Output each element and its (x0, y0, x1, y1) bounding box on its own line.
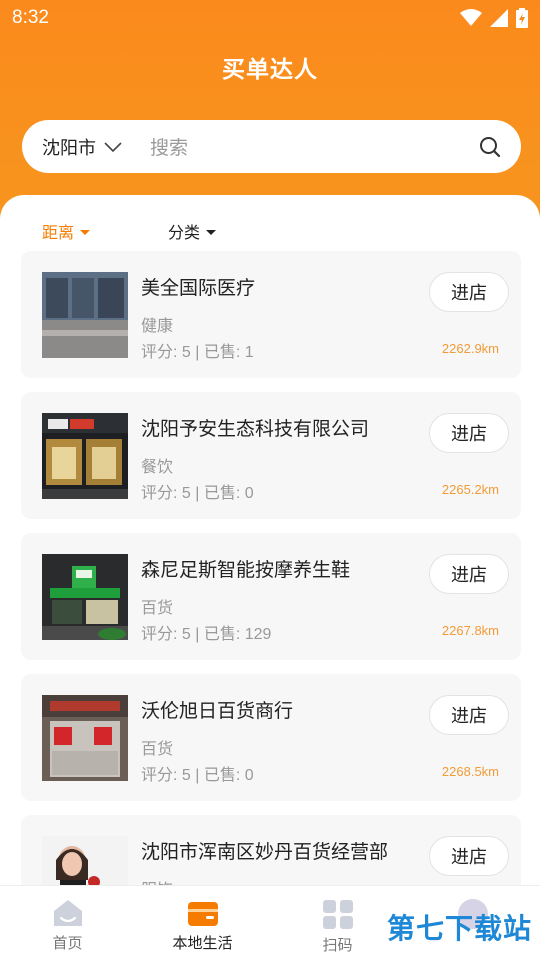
status-bar: 8:32 (0, 0, 540, 36)
tab-scan-label: 扫码 (322, 937, 353, 954)
store-name: 森尼足斯智能按摩养生鞋 (141, 560, 351, 581)
filter-category[interactable]: 分类 (168, 219, 217, 243)
store-card[interactable]: 森尼足斯智能按摩养生鞋 百货 评分: 5 | 已售: 129 进店 2267.8… (21, 533, 521, 660)
grid-icon (322, 900, 353, 929)
store-name: 沃伦旭日百货商行 (141, 701, 294, 722)
store-meta: 评分: 5 | 已售: 1 (141, 344, 254, 361)
filter-category-label: 分类 (168, 225, 201, 242)
enter-store-button[interactable]: 进店 (429, 836, 509, 876)
store-thumbnail (42, 413, 128, 499)
store-meta: 评分: 5 | 已售: 0 (141, 767, 254, 784)
tab-local-life-label: 本地生活 (172, 935, 233, 952)
enter-store-button[interactable]: 进店 (429, 695, 509, 735)
store-thumbnail (42, 695, 128, 781)
store-meta: 评分: 5 | 已售: 129 (141, 626, 272, 643)
store-category: 百货 (141, 741, 174, 758)
store-distance: 2268.5km (441, 764, 499, 779)
avatar-icon (457, 899, 488, 929)
store-card[interactable]: 美全国际医疗 健康 评分: 5 | 已售: 1 进店 2262.9km (21, 251, 521, 378)
store-name: 美全国际医疗 (141, 278, 256, 299)
status-time: 8:32 (12, 7, 49, 28)
store-distance: 2265.2km (441, 482, 499, 497)
store-card[interactable]: 沃伦旭日百货商行 百货 评分: 5 | 已售: 0 进店 2268.5km (21, 674, 521, 801)
store-distance: 2262.9km (441, 341, 499, 356)
store-category: 健康 (141, 318, 174, 335)
search-bar[interactable]: 沈阳市 搜索 (22, 120, 521, 173)
filter-distance-label: 距离 (42, 225, 75, 242)
store-list: 美全国际医疗 健康 评分: 5 | 已售: 1 进店 2262.9km 沈阳予安… (21, 251, 521, 956)
store-thumbnail (42, 554, 128, 640)
filter-bar: 距离 分类 (42, 219, 217, 243)
enter-store-button[interactable]: 进店 (429, 272, 509, 312)
wifi-icon (460, 9, 482, 26)
signal-icon (490, 9, 508, 27)
tab-home[interactable]: 首页 (0, 886, 135, 960)
city-selector[interactable]: 沈阳市 (42, 134, 96, 160)
store-name: 沈阳予安生态科技有限公司 (141, 419, 370, 440)
wallet-icon (187, 902, 218, 926)
store-category: 百货 (141, 600, 174, 617)
content-panel: 距离 分类 美全国际医疗 健康 评分: 5 | 已售: 1 进店 2262.9k… (0, 195, 540, 960)
search-input[interactable]: 搜索 (150, 133, 188, 160)
home-icon (53, 900, 82, 926)
page-title: 买单达人 (222, 56, 318, 82)
tab-local-life[interactable]: 本地生活 (135, 886, 270, 960)
search-icon[interactable] (479, 136, 501, 158)
battery-icon (516, 8, 528, 28)
caret-down-icon (80, 230, 91, 235)
store-category: 餐饮 (141, 459, 174, 476)
tab-profile[interactable] (405, 886, 540, 960)
tab-home-label: 首页 (52, 935, 83, 952)
store-card[interactable]: 沈阳予安生态科技有限公司 餐饮 评分: 5 | 已售: 0 进店 2265.2k… (21, 392, 521, 519)
status-icons (460, 8, 528, 28)
store-thumbnail (42, 272, 128, 358)
store-meta: 评分: 5 | 已售: 0 (141, 485, 254, 502)
tab-scan[interactable]: 扫码 (270, 886, 405, 960)
caret-down-icon (206, 230, 217, 235)
filter-distance[interactable]: 距离 (42, 219, 91, 243)
enter-store-button[interactable]: 进店 (429, 554, 509, 594)
store-name: 沈阳市浑南区妙丹百货经营部 (141, 842, 389, 863)
bottom-tab-bar: 首页 本地生活 扫码 (0, 885, 540, 960)
enter-store-button[interactable]: 进店 (429, 413, 509, 453)
store-distance: 2267.8km (441, 623, 499, 638)
chevron-down-icon[interactable] (104, 141, 122, 152)
